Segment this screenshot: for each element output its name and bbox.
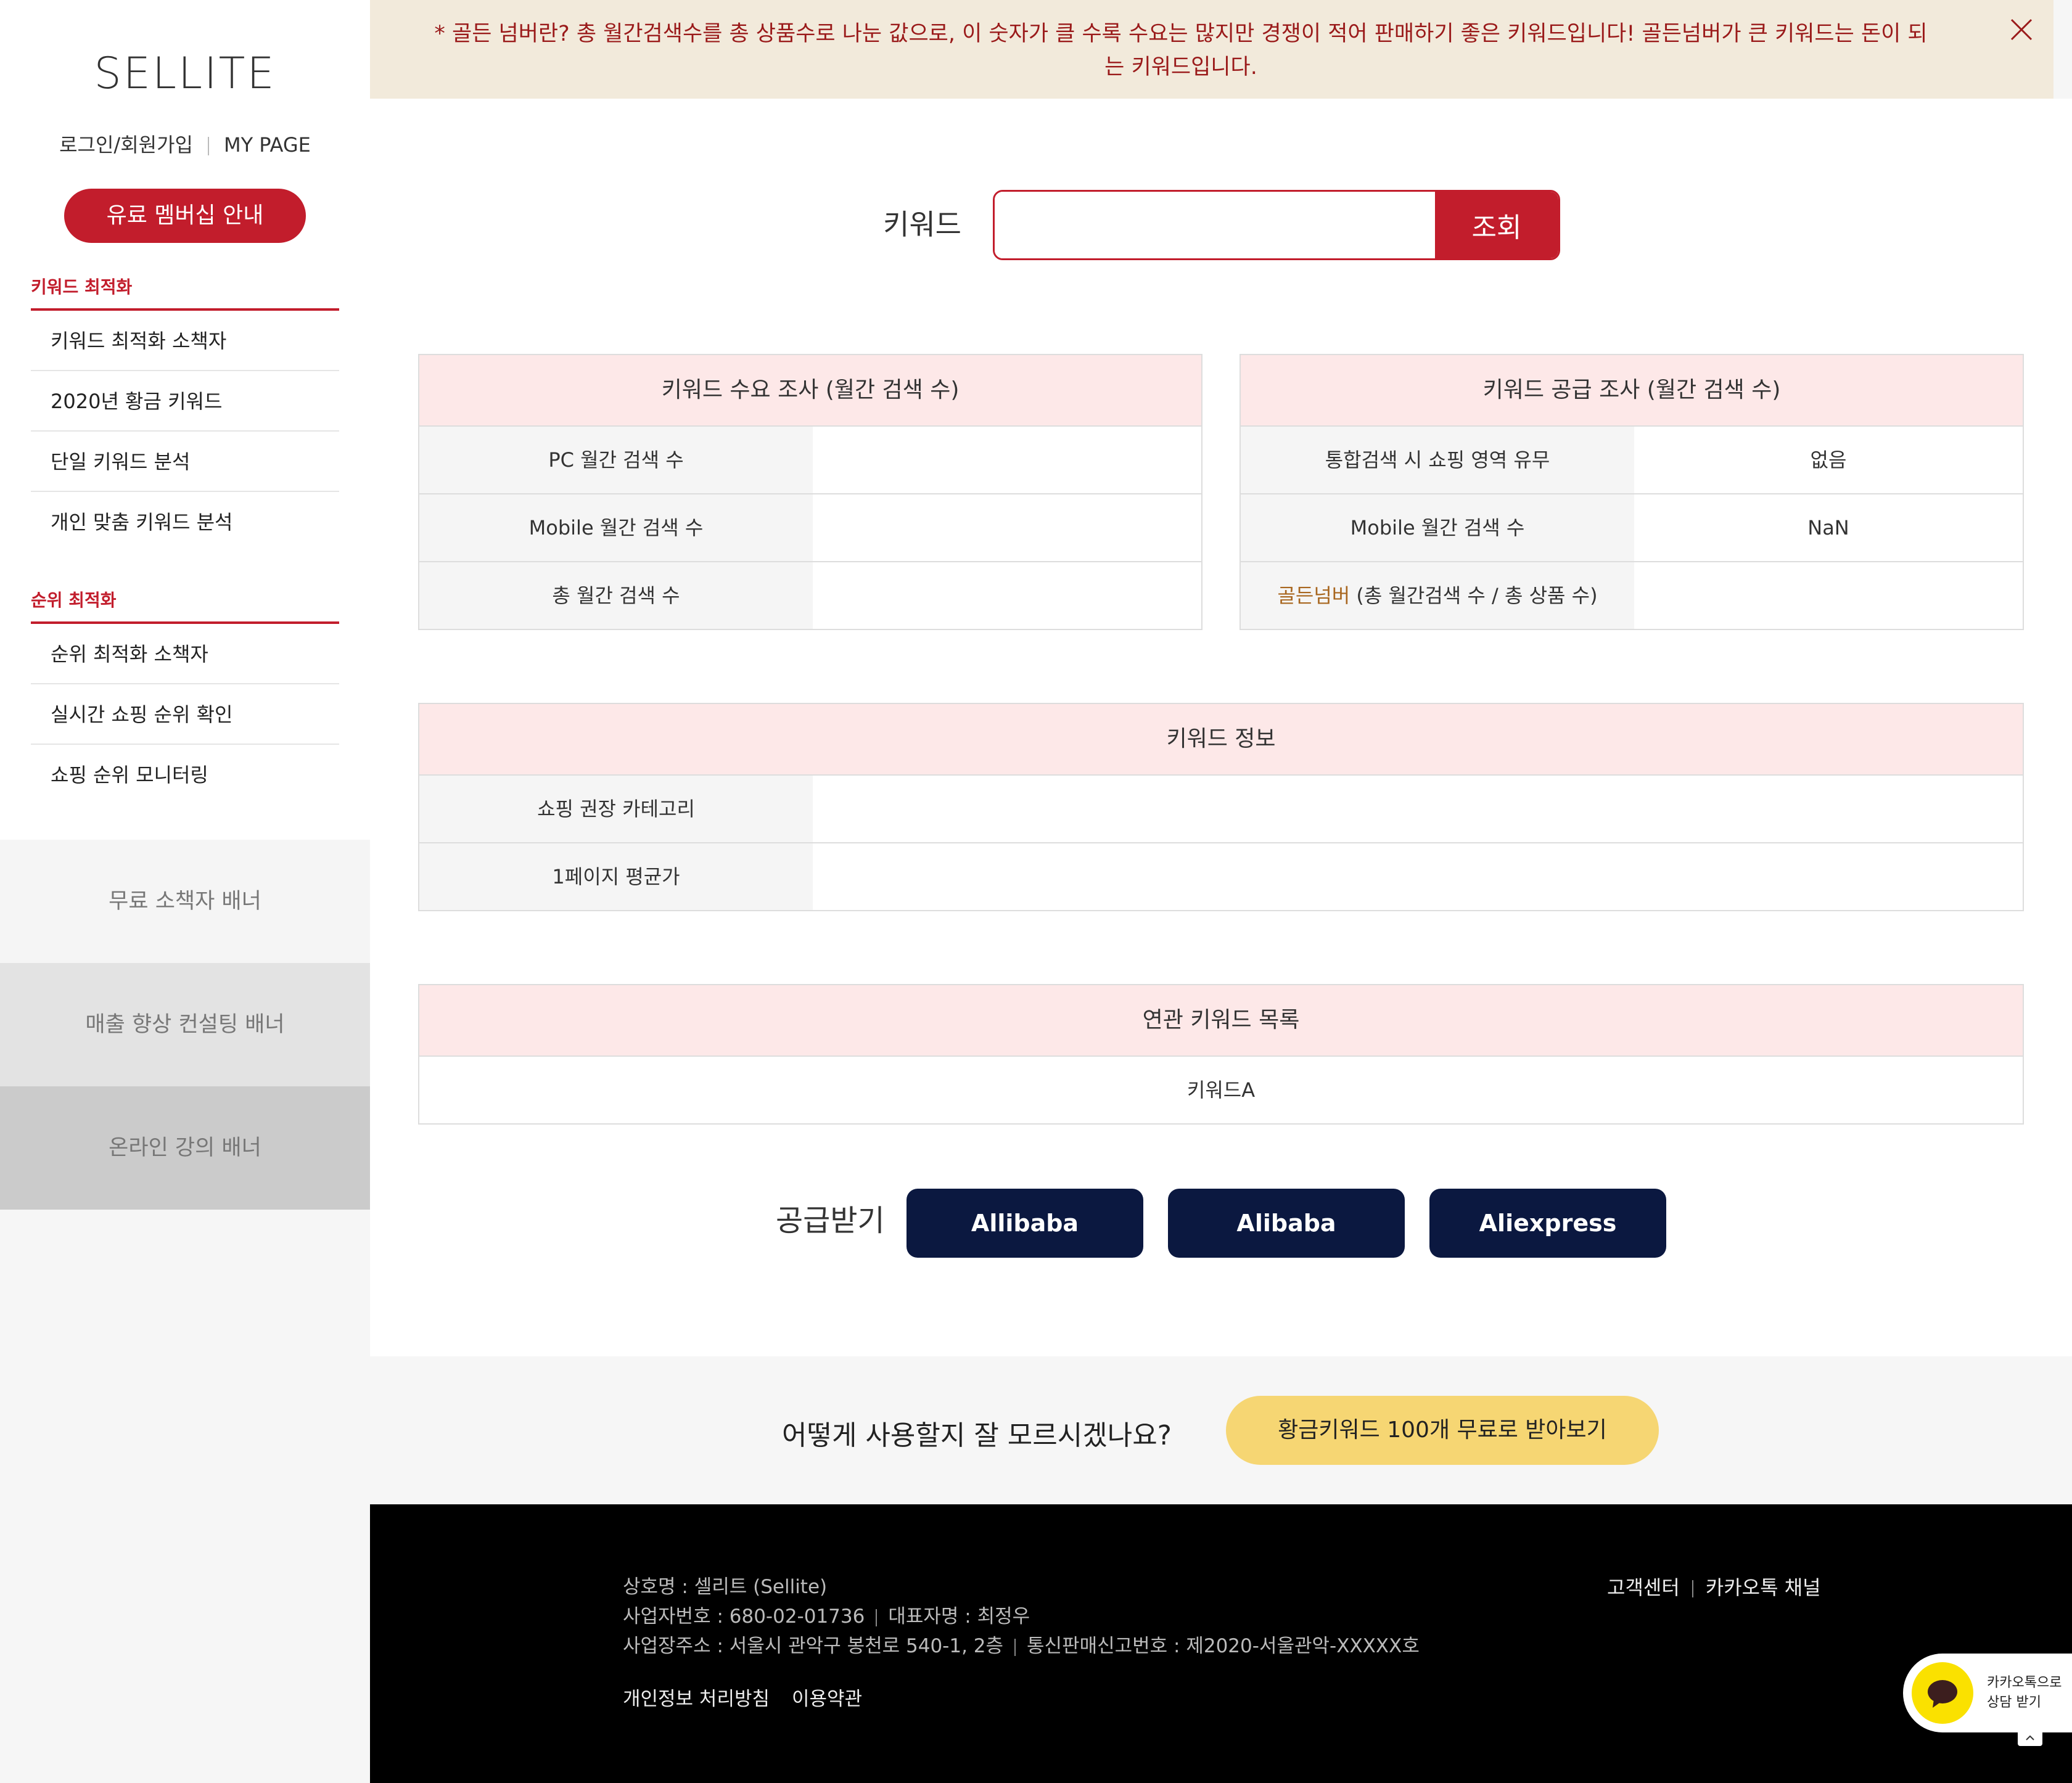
scroll-top-button[interactable]: [2018, 1729, 2042, 1746]
keyword-input[interactable]: [995, 192, 1435, 258]
alibaba-button[interactable]: Alibaba: [1168, 1189, 1405, 1258]
footer-right-links: 고객센터 카카오톡 채널: [1607, 1572, 1821, 1601]
row-value: [813, 427, 1201, 493]
row-label: 골든넘버 (총 월간검색 수 / 총 상품 수): [1241, 562, 1634, 629]
panel-title: 연관 키워드 목록: [419, 985, 2023, 1055]
company-name: 상호명 : 셀리트 (Sellite): [623, 1576, 828, 1598]
address: 사업장주소 : 서울시 관악구 봉천로 540-1, 2층: [623, 1635, 1004, 1657]
row-value: [813, 843, 2023, 910]
table-row: PC 월간 검색 수: [419, 425, 1201, 493]
keyword-info-panel: 키워드 정보 쇼핑 권장 카테고리 1페이지 평균가: [418, 703, 2024, 911]
row-label: 쇼핑 권장 카테고리: [419, 776, 813, 842]
nav-section-ranking: 순위 최적화 순위 최적화 소책자 실시간 쇼핑 순위 확인 쇼핑 순위 모니터…: [31, 588, 339, 805]
sidebar-item-keyword-booklet[interactable]: 키워드 최적화 소책자: [31, 311, 339, 371]
aliexpress-button[interactable]: Aliexpress: [1429, 1189, 1666, 1258]
footer-links: 개인정보 처리방침 이용약관: [623, 1683, 884, 1711]
nav-section-title: 순위 최적화: [31, 588, 339, 624]
search-button[interactable]: 조회: [1435, 192, 1558, 258]
membership-button[interactable]: 유료 멤버십 안내: [64, 189, 306, 243]
kakao-chat-widget[interactable]: 카카오톡으로 상담 받기: [1903, 1654, 2072, 1732]
banner-consulting[interactable]: 매출 향상 컨설팅 배너: [0, 963, 370, 1086]
sidebar-item-golden-keywords[interactable]: 2020년 황금 키워드: [31, 371, 339, 432]
panel-title: 키워드 수요 조사 (월간 검색 수): [419, 355, 1201, 425]
supply-survey-panel: 키워드 공급 조사 (월간 검색 수) 통합검색 시 쇼핑 영역 유무 없음 M…: [1240, 354, 2024, 630]
nav-section-keyword: 키워드 최적화 키워드 최적화 소책자 2020년 황금 키워드 단일 키워드 …: [31, 275, 339, 552]
kakao-channel-link[interactable]: 카카오톡 채널: [1706, 1576, 1821, 1599]
divider: [1692, 1580, 1693, 1597]
sidebar-item-realtime-ranking[interactable]: 실시간 쇼핑 순위 확인: [31, 684, 339, 745]
allibaba-button[interactable]: Allibaba: [906, 1189, 1143, 1258]
row-label: Mobile 월간 검색 수: [419, 494, 813, 561]
biz-number: 사업자번호 : 680-02-01736: [623, 1605, 865, 1628]
customer-center-link[interactable]: 고객센터: [1607, 1576, 1680, 1599]
row-label: Mobile 월간 검색 수: [1241, 494, 1634, 561]
golden-number-formula: (총 월간검색 수 / 총 상품 수): [1350, 584, 1598, 607]
help-text: 어떻게 사용할지 잘 모르시겠나요?: [782, 1420, 1172, 1451]
kakao-widget-text: 카카오톡으로 상담 받기: [1987, 1673, 2062, 1713]
table-row: 총 월간 검색 수: [419, 561, 1201, 629]
table-row: 통합검색 시 쇼핑 영역 유무 없음: [1241, 425, 2023, 493]
search-label: 키워드: [883, 208, 961, 241]
terms-link[interactable]: 이용약관: [792, 1688, 862, 1710]
chevron-up-icon: [2026, 1735, 2034, 1740]
table-row: 골든넘버 (총 월간검색 수 / 총 상품 수): [1241, 561, 2023, 629]
notice-text: * 골든 넘버란? 총 월간검색수를 총 상품수로 나눈 값으로, 이 숫자가 …: [434, 22, 1928, 80]
sidebar-item-single-keyword[interactable]: 단일 키워드 분석: [31, 432, 339, 492]
banner-free-booklet[interactable]: 무료 소책자 배너: [0, 840, 370, 963]
nav-section-title: 키워드 최적화: [31, 275, 339, 311]
list-item: 키워드A: [419, 1055, 2023, 1123]
mypage-link[interactable]: MY PAGE: [224, 133, 311, 157]
kakao-line-1: 카카오톡으로: [1987, 1675, 2062, 1691]
divider: [876, 1609, 878, 1626]
table-row: 1페이지 평균가: [419, 842, 2023, 910]
banner-online-course[interactable]: 온라인 강의 배너: [0, 1086, 370, 1210]
row-label: 통합검색 시 쇼핑 영역 유무: [1241, 427, 1634, 493]
related-keyword[interactable]: 키워드A: [419, 1057, 2023, 1123]
sidebar-item-ranking-booklet[interactable]: 순위 최적화 소책자: [31, 624, 339, 684]
row-label: 총 월간 검색 수: [419, 562, 813, 629]
free-keywords-button[interactable]: 황금키워드 100개 무료로 받아보기: [1226, 1396, 1659, 1465]
mail-order-number: 통신판매신고번호 : 제2020-서울관악-XXXXX호: [1027, 1635, 1420, 1657]
sidebar-item-ranking-monitor[interactable]: 쇼핑 순위 모니터링: [31, 745, 339, 805]
row-value: [1634, 562, 2023, 629]
table-row: Mobile 월간 검색 수 NaN: [1241, 493, 2023, 561]
divider: [207, 137, 209, 155]
supply-label: 공급받기: [776, 1203, 885, 1238]
kakao-line-2: 상담 받기: [1987, 1695, 2041, 1710]
row-value: [813, 776, 2023, 842]
golden-number-label: 골든넘버: [1277, 584, 1350, 607]
demand-panel: 키워드 수요 조사 (월간 검색 수) PC 월간 검색 수 Mobile 월간…: [418, 354, 1202, 630]
address-line: 사업장주소 : 서울시 관악구 봉천로 540-1, 2층 통신판매신고번호 : …: [623, 1631, 1420, 1661]
help-bar: 어떻게 사용할지 잘 모르시겠나요? 황금키워드 100개 무료로 받아보기: [370, 1356, 2072, 1504]
search-box: 조회: [993, 190, 1560, 260]
table-row: 쇼핑 권장 카테고리: [419, 774, 2023, 842]
row-value: NaN: [1807, 516, 1849, 539]
auth-links: 로그인/회원가입 MY PAGE: [0, 129, 370, 158]
biz-line: 사업자번호 : 680-02-01736 대표자명 : 최정우: [623, 1602, 1420, 1631]
privacy-link[interactable]: 개인정보 처리방침: [623, 1688, 770, 1710]
row-value: 없음: [1810, 448, 1847, 472]
kakao-icon: [1912, 1662, 1973, 1724]
row-value: [813, 562, 1201, 629]
close-icon[interactable]: [2008, 16, 2035, 43]
row-label: 1페이지 평균가: [419, 843, 813, 910]
main-content: 키워드 조회 키워드 수요 조사 (월간 검색 수) PC 월간 검색 수 Mo…: [370, 99, 2072, 1356]
panel-title: 키워드 공급 조사 (월간 검색 수): [1241, 355, 2023, 425]
row-value: [813, 494, 1201, 561]
logo[interactable]: SELLITE: [0, 48, 370, 99]
login-link[interactable]: 로그인/회원가입: [59, 133, 193, 157]
notice-bar: * 골든 넘버란? 총 월간검색수를 총 상품수로 나눈 값으로, 이 숫자가 …: [370, 0, 2054, 99]
divider: [1014, 1638, 1016, 1656]
company-info: 상호명 : 셀리트 (Sellite) 사업자번호 : 680-02-01736…: [623, 1572, 1420, 1661]
sidebar: SELLITE 로그인/회원가입 MY PAGE 유료 멤버십 안내 키워드 최적…: [0, 0, 370, 1210]
row-label: PC 월간 검색 수: [419, 427, 813, 493]
ceo-name: 대표자명 : 최정우: [888, 1605, 1030, 1628]
table-row: Mobile 월간 검색 수: [419, 493, 1201, 561]
panel-title: 키워드 정보: [419, 704, 2023, 774]
footer: 상호명 : 셀리트 (Sellite) 사업자번호 : 680-02-01736…: [370, 1504, 2072, 1783]
sidebar-item-custom-keyword[interactable]: 개인 맞춤 키워드 분석: [31, 492, 339, 552]
chat-bubble-icon: [1928, 1680, 1957, 1708]
related-keywords-panel: 연관 키워드 목록 키워드A: [418, 984, 2024, 1125]
